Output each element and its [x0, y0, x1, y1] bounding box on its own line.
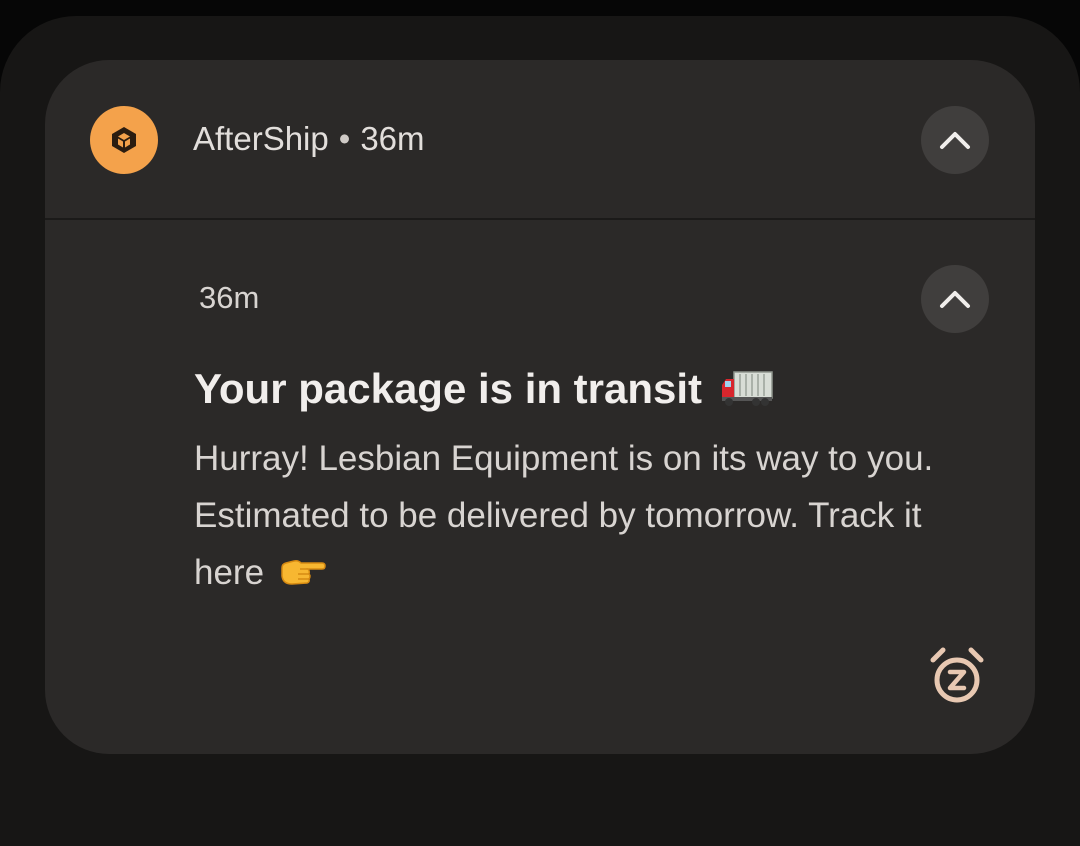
notification-title: Your package is in transit [194, 363, 954, 415]
snooze-button[interactable] [925, 644, 989, 708]
truck-icon [721, 371, 773, 406]
notification-card[interactable]: AfterShip • 36m 36m Your package is in tra… [45, 60, 1035, 754]
pointing-right-icon [281, 559, 326, 585]
aftership-app-icon [90, 106, 158, 174]
notification-title-text: Your package is in transit [194, 365, 703, 412]
snooze-alarm-icon [930, 647, 984, 703]
chevron-up-icon [940, 132, 970, 149]
notification-body: Hurray! Lesbian Equipment is on its way … [194, 430, 954, 601]
app-meta: AfterShip • 36m [193, 117, 425, 161]
meta-separator: • [338, 120, 351, 157]
notification-group-header[interactable]: AfterShip • 36m [45, 60, 1035, 220]
message-timestamp: 36m [199, 280, 260, 315]
group-timestamp: 36m [360, 120, 425, 157]
chevron-up-icon [940, 291, 970, 308]
collapse-message-button[interactable] [921, 265, 989, 333]
collapse-group-button[interactable] [921, 106, 989, 174]
app-name: AfterShip [193, 120, 329, 157]
